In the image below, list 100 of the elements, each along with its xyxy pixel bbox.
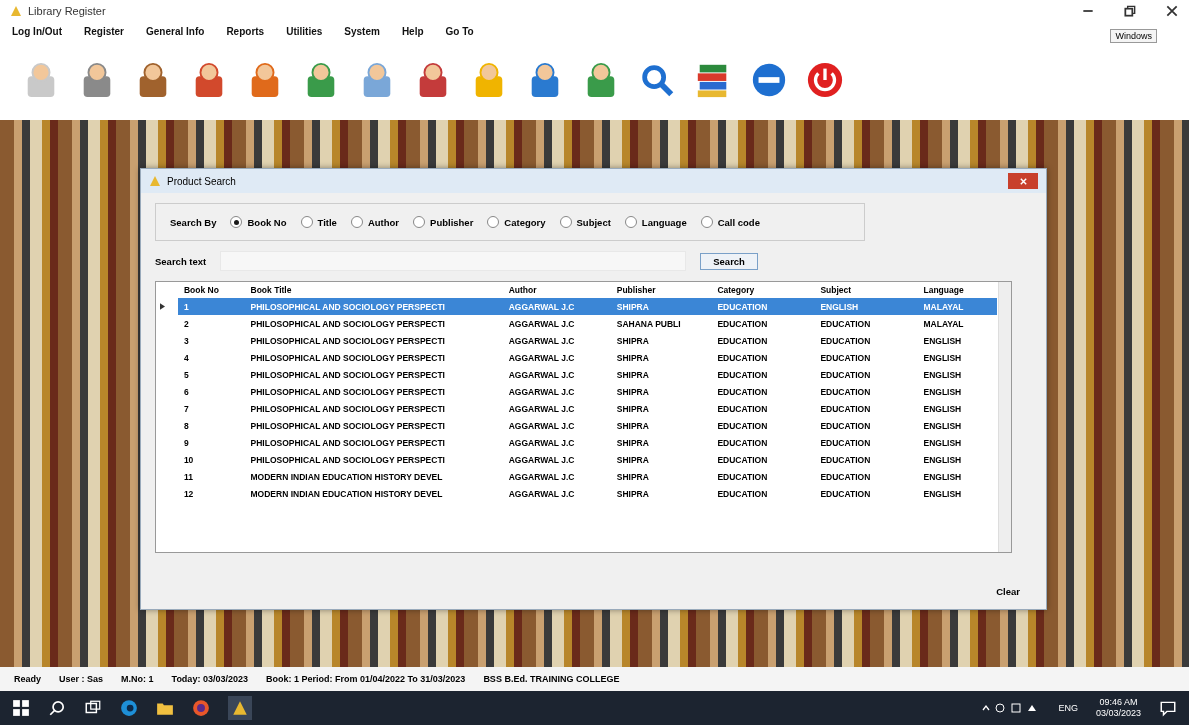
search-button[interactable]: Search [700, 252, 758, 270]
table-cell-text: 3 [182, 334, 190, 348]
radio-button[interactable] [230, 216, 243, 228]
table-cell-text: SHIPRA [615, 334, 650, 348]
menu-item[interactable]: General Info [146, 25, 205, 37]
radio-option[interactable]: Category [487, 216, 546, 228]
table-row[interactable]: 8 PHILOSOPHICAL AND SOCIOLOGY PERSPECTI AGGARWAL J.C SHIPRA EDUCATION EDUCATION ENGLISH [156, 417, 997, 434]
table-cell: AGGARWAL J.C [502, 298, 611, 315]
table-cell-text: SHIPRA [615, 402, 650, 416]
column-header[interactable]: Subject [814, 282, 918, 298]
status-text: User : Sas [59, 674, 104, 684]
table-cell-text: ENGLISH [922, 368, 963, 382]
table-row[interactable]: 9 PHILOSOPHICAL AND SOCIOLOGY PERSPECTI AGGARWAL J.C SHIPRA EDUCATION EDUCATION ENGLISH [156, 434, 997, 451]
column-header[interactable]: Book No [177, 282, 245, 298]
radio-option[interactable]: Language [624, 216, 687, 228]
column-header[interactable]: Book Title [244, 282, 503, 298]
radio-option[interactable]: Book No [230, 216, 287, 228]
table-cell-text: ENGLISH [922, 436, 963, 450]
table-cell-text: MODERN INDIAN EDUCATION HISTORY DEVEL [249, 487, 444, 501]
menu-item[interactable]: Log In/Out [12, 25, 62, 37]
table-cell-text: ENGLISH [922, 419, 963, 433]
radio-button[interactable] [300, 216, 313, 228]
clear-button[interactable]: Clear [984, 584, 1032, 599]
dialog-title: Product Search [167, 175, 236, 187]
table-cell-text: 11 [182, 470, 194, 484]
tray-language[interactable]: ENG [1058, 703, 1078, 713]
table-cell-text: PHILOSOPHICAL AND SOCIOLOGY PERSPECTI [249, 385, 446, 399]
column-header[interactable]: Author [502, 282, 611, 298]
radio-button[interactable] [413, 216, 426, 228]
radio-button[interactable] [350, 216, 363, 228]
table-row[interactable]: 11 MODERN INDIAN EDUCATION HISTORY DEVEL AGGARWAL J.C SHIPRA EDUCATION EDUCATION ENGLISH [156, 468, 997, 485]
taskbar-date[interactable]: 03/03/2023 [1095, 708, 1141, 719]
table-cell-text: ENGLISH [922, 487, 963, 501]
table-row[interactable]: 5 PHILOSOPHICAL AND SOCIOLOGY PERSPECTI AGGARWAL J.C SHIPRA EDUCATION EDUCATION ENGLISH [156, 366, 997, 383]
table-cell: 1 [177, 298, 245, 315]
table-cell-text: 6 [182, 385, 190, 399]
table-cell-text: MODERN INDIAN EDUCATION HISTORY DEVEL [249, 470, 444, 484]
table-cell-text: SHIPRA [615, 453, 650, 467]
column-header[interactable]: Category [711, 282, 815, 298]
taskbar-time[interactable]: 09:46 AM [1099, 697, 1138, 708]
table-cell-text: SHIPRA [615, 436, 650, 450]
notification-icon[interactable] [1159, 699, 1177, 717]
table-row[interactable]: 12 MODERN INDIAN EDUCATION HISTORY DEVEL AGGARWAL J.C SHIPRA EDUCATION EDUCATION ENGLISH [156, 485, 997, 502]
vertical-scrollbar[interactable] [998, 282, 1011, 552]
table-cell-text: AGGARWAL J.C [507, 436, 576, 450]
column-header[interactable]: Publisher [610, 282, 712, 298]
table-cell-text: AGGARWAL J.C [507, 334, 576, 348]
table-row[interactable]: 4 PHILOSOPHICAL AND SOCIOLOGY PERSPECTI AGGARWAL J.C SHIPRA EDUCATION EDUCATION ENGLISH [156, 349, 997, 366]
radio-option[interactable]: Call code [700, 216, 760, 228]
table-cell: SAHANA PUBLI [610, 315, 712, 332]
windows-button[interactable]: Windows [1110, 29, 1157, 43]
table-row[interactable]: 7 PHILOSOPHICAL AND SOCIOLOGY PERSPECTI AGGARWAL J.C SHIPRA EDUCATION EDUCATION ENGLISH [156, 400, 997, 417]
table-cell-text: EDUCATION [819, 487, 872, 501]
menu-item[interactable]: Register [84, 25, 124, 37]
status-text: Today: 03/03/2023 [171, 674, 248, 684]
radio-label: Category [504, 216, 546, 228]
radio-option[interactable]: Publisher [413, 216, 474, 228]
browser-icon[interactable] [120, 699, 138, 717]
table-row[interactable]: 3 PHILOSOPHICAL AND SOCIOLOGY PERSPECTI AGGARWAL J.C SHIPRA EDUCATION EDUCATION ENGLISH [156, 332, 997, 349]
table-cell-text: EDUCATION [716, 334, 769, 348]
table-row[interactable]: 10 PHILOSOPHICAL AND SOCIOLOGY PERSPECTI AGGARWAL J.C SHIPRA EDUCATION EDUCATION ENGLISH [156, 451, 997, 468]
close-button[interactable] [1008, 173, 1038, 189]
table-cell-text: ENGLISH [922, 453, 963, 467]
app-icon [10, 5, 22, 17]
radio-button[interactable] [700, 216, 713, 228]
radio-label: Title [317, 216, 337, 228]
table-cell-text: EDUCATION [716, 487, 769, 501]
menu-item[interactable]: Utilities [286, 25, 323, 37]
search-by-label: Search By [170, 216, 217, 228]
table-cell-text: EDUCATION [716, 436, 769, 450]
status-text: Book: 1 Period: From 01/04/2022 To 31/03/2023 [265, 674, 466, 684]
table-cell-text: EDUCATION [819, 453, 872, 467]
table-cell-text: EDUCATION [716, 385, 769, 399]
radio-option[interactable]: Subject [559, 216, 611, 228]
table-cell-text: EDUCATION [819, 351, 872, 365]
table-row[interactable]: 2 PHILOSOPHICAL AND SOCIOLOGY PERSPECTI AGGARWAL J.C SAHANA PUBLI EDUCATION EDUCATION MALAYAL [156, 315, 997, 332]
table-cell-text: PHILOSOPHICAL AND SOCIOLOGY PERSPECTI [249, 351, 446, 365]
menu-item[interactable]: Help [401, 25, 424, 37]
menu-item[interactable]: Reports [226, 25, 265, 37]
search-icon[interactable] [48, 699, 66, 717]
radio-label: Call code [717, 216, 760, 228]
radio-button[interactable] [487, 216, 500, 228]
table-cell-text: PHILOSOPHICAL AND SOCIOLOGY PERSPECTI [249, 419, 446, 433]
power-icon[interactable] [806, 61, 844, 99]
radio-option[interactable]: Title [300, 216, 337, 228]
radio-button[interactable] [559, 216, 572, 228]
table-row[interactable]: 1 PHILOSOPHICAL AND SOCIOLOGY PERSPECTI AGGARWAL J.C SHIPRA EDUCATION ENGLISH MALAYAL [156, 298, 997, 315]
table-cell-text: EDUCATION [716, 453, 769, 467]
restore-icon[interactable] [1123, 4, 1137, 18]
menu-item[interactable]: Go To [445, 25, 474, 37]
menu-item[interactable]: System [344, 25, 380, 37]
minus-circle-icon[interactable] [750, 61, 788, 99]
windows-start-icon[interactable] [12, 699, 30, 717]
table-row[interactable]: 6 PHILOSOPHICAL AND SOCIOLOGY PERSPECTI AGGARWAL J.C SHIPRA EDUCATION EDUCATION ENGLISH [156, 383, 997, 400]
close-icon[interactable] [1165, 4, 1179, 18]
app-taskbar-icon[interactable] [228, 696, 252, 720]
radio-button[interactable] [624, 216, 637, 228]
radio-option[interactable]: Author [350, 216, 400, 228]
table-cell-text: EDUCATION [819, 368, 872, 382]
column-header[interactable]: Language [917, 282, 997, 298]
